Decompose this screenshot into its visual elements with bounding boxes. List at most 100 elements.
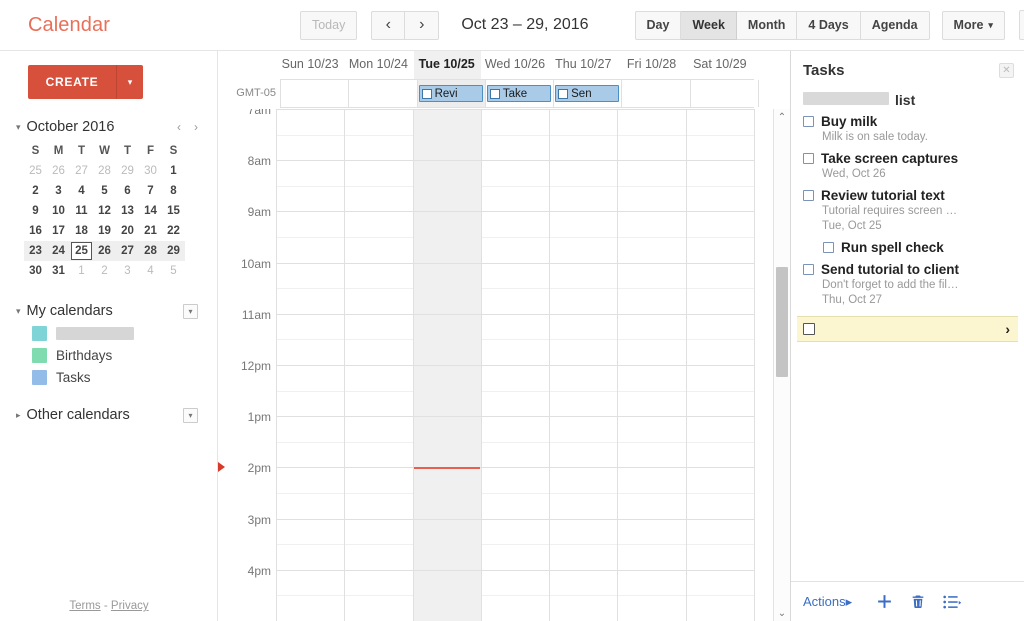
task-item[interactable]: Review tutorial text Tutorial requires sc… [791, 182, 1024, 234]
mini-calendar-day[interactable]: 30 [24, 261, 47, 281]
checkbox-icon[interactable] [803, 153, 814, 164]
mini-next-month-button[interactable]: › [194, 120, 198, 134]
mini-calendar-day[interactable]: 24 [47, 241, 70, 261]
mini-calendar-day[interactable]: 23 [24, 241, 47, 261]
mini-calendar-day[interactable]: 8 [162, 181, 185, 201]
checkbox-icon[interactable] [803, 116, 814, 127]
mini-calendar-day[interactable]: 29 [116, 161, 139, 181]
view-4days-button[interactable]: 4 Days [797, 10, 861, 40]
day-header-6[interactable]: Sat 10/29 [686, 57, 754, 71]
task-list-view-icon[interactable] [943, 594, 962, 610]
mini-calendar-day[interactable]: 6 [116, 181, 139, 201]
day-header-3[interactable]: Wed 10/26 [481, 57, 549, 71]
all-day-task-chip[interactable]: Take [486, 85, 552, 102]
mini-calendar-day[interactable]: 2 [93, 261, 116, 281]
other-calendars-menu-button[interactable]: ▾ [183, 407, 198, 423]
grid-scrollbar[interactable]: ⌃ ⌄ [773, 109, 790, 621]
mini-calendar-day[interactable]: 31 [47, 261, 70, 281]
mini-calendar-day[interactable]: 20 [116, 221, 139, 241]
settings-button[interactable]: ▾ [1018, 10, 1024, 40]
calendar-color-swatch[interactable] [32, 370, 47, 385]
calendar-list-item[interactable] [32, 326, 217, 341]
add-task-icon[interactable] [876, 593, 893, 610]
mini-calendar-day[interactable]: 28 [93, 161, 116, 181]
view-month-button[interactable]: Month [736, 10, 798, 40]
mini-calendar-day[interactable]: 14 [139, 201, 162, 221]
terms-link[interactable]: Terms [69, 600, 100, 612]
scroll-down-button[interactable]: ⌄ [774, 605, 790, 621]
view-week-button[interactable]: Week [681, 10, 737, 40]
all-day-task-chip[interactable]: Sen [555, 85, 620, 102]
close-icon[interactable]: ✕ [999, 63, 1014, 78]
app-logo[interactable]: Calendar [28, 14, 110, 37]
mini-calendar-day[interactable]: 28 [139, 241, 162, 261]
mini-calendar-day[interactable]: 15 [162, 201, 185, 221]
mini-calendar-day[interactable]: 25 [70, 241, 93, 261]
checkbox-icon[interactable] [823, 242, 834, 253]
mini-calendar-day[interactable]: 16 [24, 221, 47, 241]
day-header-4[interactable]: Thu 10/27 [549, 57, 617, 71]
more-menu-button[interactable]: More ▾ [941, 10, 1005, 40]
mini-prev-month-button[interactable]: ‹ [177, 120, 181, 134]
all-day-cell[interactable] [622, 80, 691, 107]
privacy-link[interactable]: Privacy [111, 600, 149, 612]
day-header-2[interactable]: Tue 10/25 [413, 57, 481, 71]
today-button[interactable]: Today [299, 10, 358, 40]
mini-calendar-day[interactable]: 19 [93, 221, 116, 241]
mini-calendar-day[interactable]: 4 [139, 261, 162, 281]
view-day-button[interactable]: Day [634, 10, 682, 40]
mini-calendar-day[interactable]: 1 [162, 161, 185, 181]
mini-calendar-day[interactable]: 18 [70, 221, 93, 241]
create-dropdown-button[interactable]: ▾ [116, 65, 143, 99]
mini-calendar-day[interactable]: 27 [70, 161, 93, 181]
task-details-chevron-icon[interactable]: › [1005, 321, 1010, 337]
mini-calendar-day[interactable]: 13 [116, 201, 139, 221]
task-item[interactable]: Buy milk Milk is on sale today. [791, 108, 1024, 145]
calendar-list-item[interactable]: Tasks [32, 370, 217, 385]
mini-calendar-day[interactable]: 12 [93, 201, 116, 221]
mini-calendar-day[interactable]: 11 [70, 201, 93, 221]
checkbox-icon[interactable] [558, 88, 569, 99]
mini-calendar-day[interactable]: 4 [70, 181, 93, 201]
checkbox-icon[interactable] [803, 264, 814, 275]
task-item[interactable]: Send tutorial to client Don't forget to a… [791, 256, 1024, 308]
all-day-cell[interactable] [349, 80, 418, 107]
mini-calendar-day[interactable]: 30 [139, 161, 162, 181]
expand-icon[interactable]: ▸ [16, 410, 21, 421]
mini-calendar-day[interactable]: 26 [47, 161, 70, 181]
all-day-cell[interactable] [281, 80, 350, 107]
all-day-cell[interactable] [691, 80, 759, 107]
day-header-0[interactable]: Sun 10/23 [276, 57, 344, 71]
mini-calendar-day[interactable]: 3 [47, 181, 70, 201]
calendar-list-item[interactable]: Birthdays [32, 348, 217, 363]
time-grid[interactable]: 7am 8am 9am 10am 11am 12pm 1pm 2pm 3pm 4pm [218, 109, 790, 621]
mini-calendar-day[interactable]: 5 [162, 261, 185, 281]
checkbox-icon[interactable] [421, 88, 432, 99]
mini-calendar-day[interactable]: 10 [47, 201, 70, 221]
new-task-row[interactable]: › [797, 316, 1018, 342]
task-item[interactable]: Run spell check [791, 234, 1024, 256]
checkbox-icon[interactable] [803, 190, 814, 201]
mini-calendar-day[interactable]: 9 [24, 201, 47, 221]
day-header-5[interactable]: Fri 10/28 [617, 57, 685, 71]
collapse-icon[interactable]: ▾ [16, 306, 21, 317]
create-button[interactable]: CREATE [28, 65, 116, 99]
mini-calendar-day[interactable]: 27 [116, 241, 139, 261]
scroll-up-button[interactable]: ⌃ [774, 109, 790, 125]
mini-calendar-day[interactable]: 5 [93, 181, 116, 201]
mini-calendar-day[interactable]: 21 [139, 221, 162, 241]
prev-period-button[interactable]: ‹ [371, 10, 406, 40]
my-calendars-menu-button[interactable]: ▾ [183, 303, 198, 319]
mini-calendar-day[interactable]: 1 [70, 261, 93, 281]
mini-calendar-day[interactable]: 2 [24, 181, 47, 201]
mini-calendar-day[interactable]: 22 [162, 221, 185, 241]
checkbox-icon[interactable] [803, 323, 815, 335]
calendar-color-swatch[interactable] [32, 326, 47, 341]
all-day-task-chip[interactable]: Revi [418, 85, 483, 102]
mini-calendar-day[interactable]: 29 [162, 241, 185, 261]
mini-calendar-day[interactable]: 3 [116, 261, 139, 281]
actions-menu-button[interactable]: Actions▸ [803, 594, 852, 610]
mini-calendar-day[interactable]: 7 [139, 181, 162, 201]
collapse-icon[interactable]: ▾ [16, 122, 21, 133]
day-header-1[interactable]: Mon 10/24 [344, 57, 412, 71]
